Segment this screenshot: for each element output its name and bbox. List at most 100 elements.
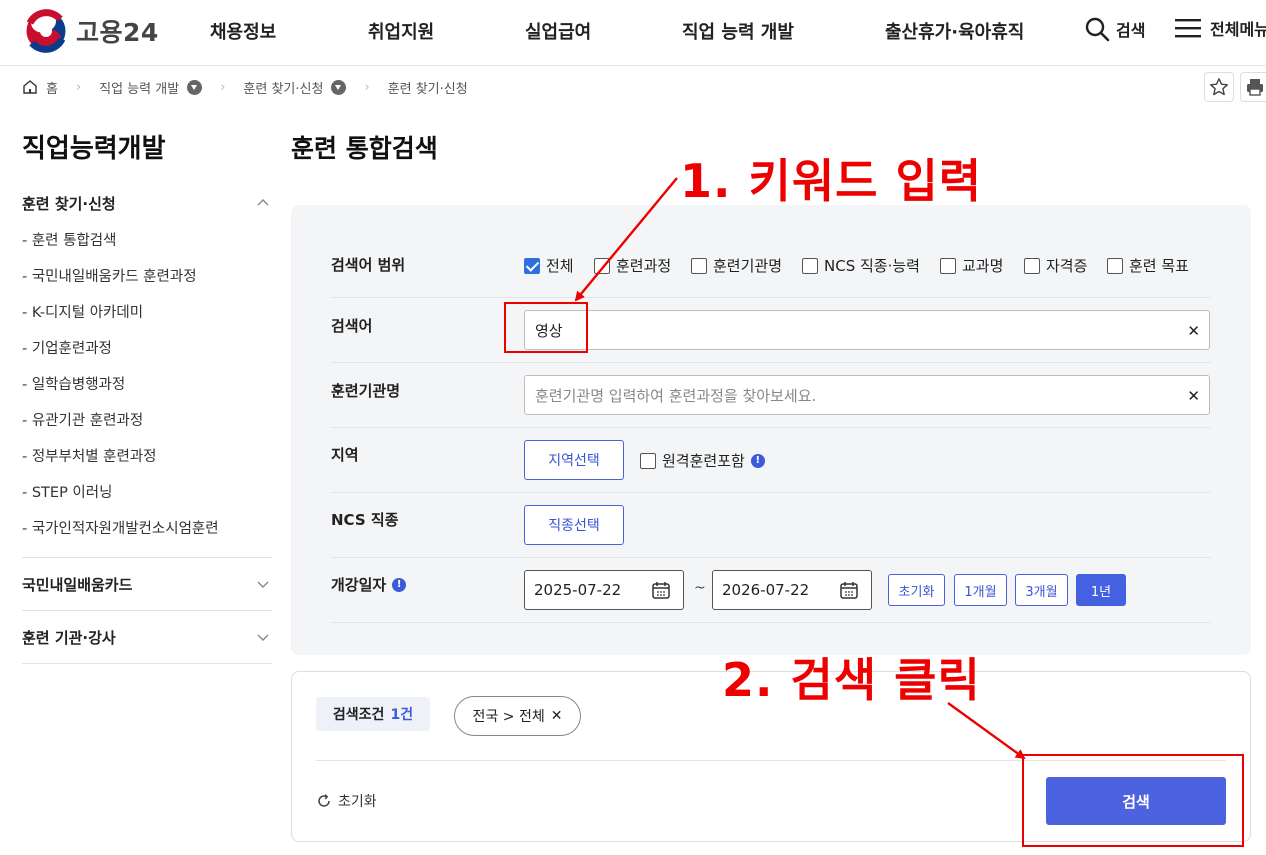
- scope-checkbox-course[interactable]: 훈련과정: [594, 255, 671, 276]
- scope-label: 검색어 범위: [331, 256, 406, 274]
- home-icon[interactable]: [22, 79, 38, 95]
- reset-label: 초기화: [338, 794, 377, 810]
- calendar-icon[interactable]: [651, 580, 671, 600]
- sidebar-group-institutions[interactable]: 훈련 기관·강사: [22, 627, 272, 648]
- end-date-value: 2026-07-22: [722, 581, 810, 599]
- scope-checkbox-ncs[interactable]: NCS 직종·능력: [802, 255, 920, 276]
- scope-checkbox-subject[interactable]: 교과명: [940, 255, 1003, 276]
- breadcrumb-home[interactable]: 홈: [46, 78, 58, 97]
- ncs-select-button[interactable]: 직종선택: [524, 505, 624, 545]
- nav-vocational-training[interactable]: 직업 능력 개발: [682, 18, 794, 44]
- scope-checkbox-institution[interactable]: 훈련기관명: [691, 255, 782, 276]
- checkbox-label: 원격훈련포함: [662, 452, 745, 470]
- page-title: 훈련 통합검색: [291, 134, 438, 163]
- breadcrumb-separator-icon: ›: [75, 79, 82, 95]
- checkbox-label: 훈련과정: [616, 257, 672, 275]
- breadcrumb-separator-icon: ›: [220, 79, 226, 95]
- checkbox-icon: [1024, 257, 1040, 274]
- row-divider: [331, 622, 1211, 623]
- print-icon: [1247, 79, 1263, 96]
- sidebar-divider: [22, 557, 272, 558]
- sidebar-item-company-training[interactable]: - 기업훈련과정: [22, 337, 112, 358]
- sidebar-group-label: 훈련 찾기·신청: [22, 195, 116, 213]
- checkbox-icon: [594, 257, 610, 274]
- remote-training-checkbox[interactable]: 원격훈련포함 !: [640, 450, 765, 471]
- period-1-year-button[interactable]: 1년: [1076, 574, 1126, 606]
- date-range-separator: ~: [694, 580, 706, 596]
- header-search-button[interactable]: 검색: [1084, 16, 1145, 42]
- condition-summary: 검색조건 1건: [316, 697, 430, 731]
- checkbox-label: 훈련기관명: [713, 257, 783, 275]
- annotation-step2: 2. 검색 클릭: [722, 653, 981, 707]
- sidebar-title: 직업능력개발: [22, 134, 166, 164]
- star-icon: [1210, 78, 1228, 96]
- calendar-icon[interactable]: [839, 580, 859, 600]
- all-menu-label: 전체메뉴: [1210, 20, 1266, 39]
- period-3-month-button[interactable]: 3개월: [1015, 574, 1068, 606]
- checkbox-label: 교과명: [962, 257, 1004, 275]
- region-label: 지역: [331, 446, 359, 464]
- row-divider: [331, 427, 1211, 428]
- checkbox-icon: [940, 257, 956, 274]
- sidebar-item-consortium[interactable]: - 국가인적자원개발컨소시엄훈련: [22, 517, 219, 538]
- sidebar-divider: [22, 610, 272, 611]
- scope-checkbox-all[interactable]: 전체: [524, 255, 574, 276]
- date-label: 개강일자: [331, 576, 387, 594]
- sidebar-item-government-ministry[interactable]: - 정부부처별 훈련과정: [22, 445, 157, 466]
- all-menu-button[interactable]: 전체메뉴: [1174, 16, 1266, 40]
- close-icon[interactable]: ✕: [551, 708, 563, 724]
- site-logo[interactable]: 고용24: [24, 9, 159, 53]
- refresh-icon: [318, 794, 330, 807]
- header-search-label: 검색: [1116, 21, 1146, 40]
- chevron-down-icon[interactable]: [187, 79, 203, 95]
- chevron-down-icon: [257, 634, 269, 641]
- info-icon[interactable]: !: [392, 577, 407, 592]
- print-button[interactable]: [1240, 72, 1266, 102]
- institution-input[interactable]: 훈련기관명 입력하여 훈련과정을 찾아보세요. ✕: [524, 375, 1210, 415]
- hamburger-icon: [1175, 19, 1201, 38]
- chevron-down-icon: [257, 581, 269, 588]
- breadcrumb-separator-icon: ›: [364, 79, 370, 95]
- reset-button[interactable]: 초기화: [316, 791, 377, 811]
- start-date-input[interactable]: 2025-07-22: [524, 570, 684, 610]
- institution-placeholder: 훈련기관명 입력하여 훈련과정을 찾아보세요.: [535, 386, 817, 405]
- row-divider: [331, 492, 1211, 493]
- period-1-month-button[interactable]: 1개월: [954, 574, 1007, 606]
- condition-chip-region[interactable]: 전국 > 전체 ✕: [454, 696, 581, 736]
- scope-checkbox-goal[interactable]: 훈련 목표: [1107, 255, 1189, 276]
- sidebar-item-integrated-search[interactable]: - 훈련 통합검색: [22, 229, 117, 250]
- chevron-down-icon[interactable]: [331, 79, 347, 95]
- breadcrumb-item-training[interactable]: 훈련 찾기·신청: [243, 78, 323, 97]
- region-select-button[interactable]: 지역선택: [524, 440, 624, 480]
- row-divider: [331, 362, 1211, 363]
- row-divider: [331, 557, 1211, 558]
- sidebar-item-k-digital-academy[interactable]: - K-디지털 아카데미: [22, 301, 143, 322]
- checkbox-label: 훈련 목표: [1129, 257, 1189, 275]
- bookmark-button[interactable]: [1204, 72, 1234, 102]
- sidebar-item-work-study[interactable]: - 일학습병행과정: [22, 373, 125, 394]
- scope-checkbox-certificate[interactable]: 자격증: [1024, 255, 1087, 276]
- checkbox-label: 전체: [546, 257, 574, 275]
- sidebar-group-training-search[interactable]: 훈련 찾기·신청: [22, 193, 272, 214]
- sidebar-item-related-agency[interactable]: - 유관기관 훈련과정: [22, 409, 143, 430]
- sidebar-item-step-elearning[interactable]: - STEP 이러닝: [22, 481, 112, 502]
- keyword-label: 검색어: [331, 317, 373, 335]
- taegeuk-logo-icon: [25, 9, 67, 53]
- clear-icon[interactable]: ✕: [1187, 387, 1200, 405]
- end-date-input[interactable]: 2026-07-22: [712, 570, 872, 610]
- breadcrumb-item-vocational[interactable]: 직업 능력 개발: [99, 78, 179, 97]
- sidebar-group-learning-card[interactable]: 국민내일배움카드: [22, 574, 272, 595]
- nav-jobs[interactable]: 채용정보: [210, 18, 276, 44]
- sidebar-item-learning-card-courses[interactable]: - 국민내일배움카드 훈련과정: [22, 265, 197, 286]
- keyword-input[interactable]: 영상 ✕: [524, 310, 1210, 350]
- row-divider: [331, 297, 1211, 298]
- start-date-value: 2025-07-22: [534, 581, 622, 599]
- date-reset-button[interactable]: 초기화: [888, 574, 945, 606]
- clear-icon[interactable]: ✕: [1187, 322, 1200, 340]
- info-icon[interactable]: !: [750, 453, 765, 468]
- nav-employment-support[interactable]: 취업지원: [368, 18, 434, 44]
- condition-count: 1건: [390, 707, 414, 723]
- nav-unemployment-benefit[interactable]: 실업급여: [525, 18, 591, 44]
- institution-label: 훈련기관명: [331, 382, 401, 400]
- nav-maternity-parental-leave[interactable]: 출산휴가·육아휴직: [885, 18, 1024, 44]
